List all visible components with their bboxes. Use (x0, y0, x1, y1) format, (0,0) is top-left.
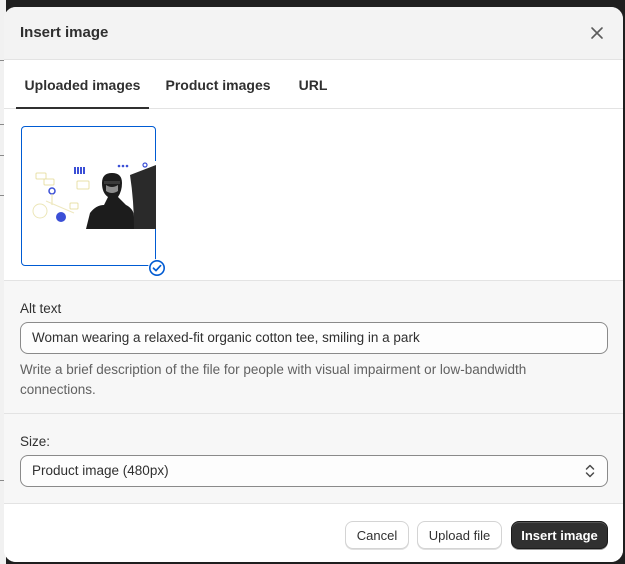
thumbnail-image (30, 161, 156, 229)
alt-text-input[interactable]: Woman wearing a relaxed-fit organic cott… (20, 322, 608, 354)
tab-bar: Uploaded images Product images URL (4, 60, 623, 109)
size-select[interactable]: Product image (480px) (20, 455, 608, 487)
size-select-value: Product image (480px) (32, 463, 169, 478)
selected-checkmark (148, 259, 166, 277)
alt-text-help: Write a brief description of the file fo… (20, 362, 527, 397)
size-section: Size: Product image (480px) (4, 414, 623, 504)
upload-file-button[interactable]: Upload file (417, 521, 502, 549)
image-gallery (4, 109, 623, 281)
cancel-button[interactable]: Cancel (345, 521, 409, 549)
checkmark-circle-icon (149, 260, 165, 276)
select-chevron-icon (585, 464, 595, 478)
alt-text-label: Alt text (20, 301, 62, 316)
insert-image-button[interactable]: Insert image (511, 521, 608, 549)
modal-footer: Cancel Upload file Insert image (4, 504, 623, 562)
alt-text-section: Alt text Woman wearing a relaxed-fit org… (4, 281, 623, 414)
modal-title: Insert image (20, 24, 109, 41)
modal-header: Insert image (4, 7, 623, 60)
insert-image-modal: Insert image Uploaded images Product ima… (4, 7, 623, 562)
close-button[interactable] (585, 21, 609, 45)
tab-product-images[interactable]: Product images (159, 60, 277, 108)
close-icon (591, 27, 603, 39)
size-label: Size: (20, 434, 51, 449)
tab-url[interactable]: URL (291, 60, 335, 108)
tab-uploaded-images[interactable]: Uploaded images (16, 60, 149, 109)
image-thumbnail[interactable] (21, 126, 166, 277)
thumbnail-picture (30, 161, 156, 229)
